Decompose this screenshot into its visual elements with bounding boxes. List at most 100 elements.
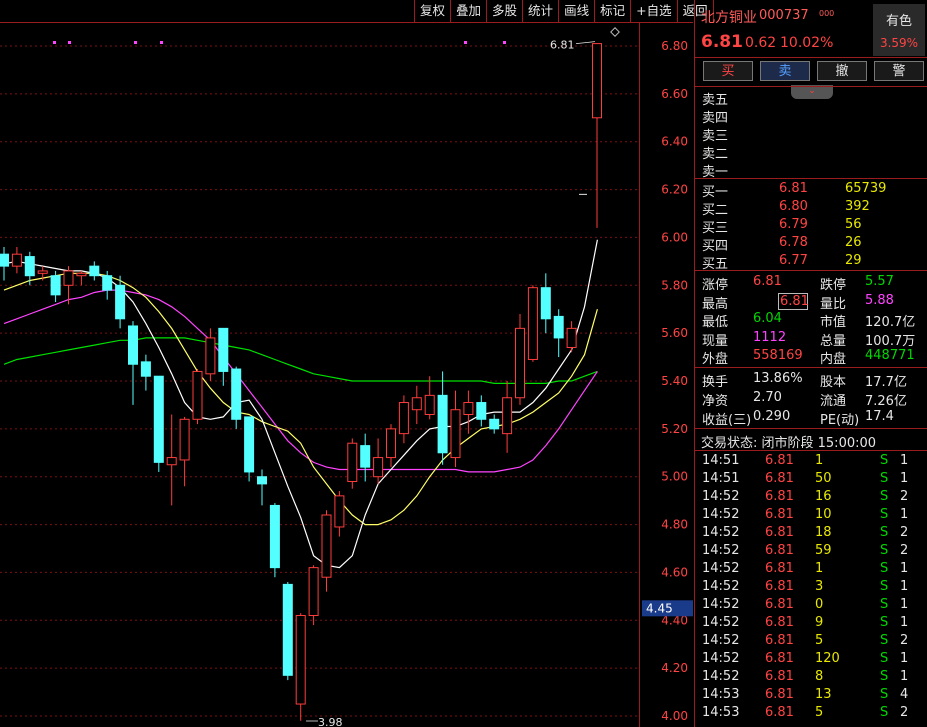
toolbar-button-1[interactable]: 复权 (415, 0, 452, 22)
tick-volume: 13 (815, 687, 832, 702)
y-tick-label: 6.80 (661, 39, 688, 53)
y-tick-label: 6.60 (661, 87, 688, 101)
tick-price: 6.81 (765, 597, 794, 612)
buy-level-price: 6.81 (779, 181, 808, 196)
stat-value: 0.290 (753, 409, 791, 424)
tick-volume: 3 (815, 579, 824, 594)
candle-up (566, 327, 577, 349)
y-tick-label: 5.20 (661, 422, 688, 436)
toolbar-button-4[interactable]: 统计 (523, 0, 560, 22)
tick-volume: 59 (815, 543, 832, 558)
candle-up (386, 428, 396, 459)
tick-volume: 1 (815, 561, 824, 576)
tick-time: 14:52 (702, 561, 740, 576)
stat-label: 市值 (820, 315, 847, 330)
candle-up (295, 615, 306, 705)
candle-up (11, 253, 22, 267)
buy-level-price: 6.80 (779, 199, 808, 214)
stat-value: 6.81 (753, 274, 782, 289)
tick-time: 14:52 (702, 525, 740, 540)
tick-volume: 5 (815, 633, 824, 648)
high-annotation: 6.81 (550, 39, 575, 52)
tick-price: 6.81 (765, 489, 794, 504)
tick-row: 14:52 6.81 16 S 2 (695, 489, 927, 507)
buy-level-volume: 65739 (845, 181, 887, 196)
toolbar-button-6[interactable]: 标记 (595, 0, 632, 22)
tick-time: 14:52 (702, 651, 740, 666)
tick-row: 14:51 6.81 1 S 1 (695, 453, 927, 471)
tick-price: 6.81 (765, 705, 794, 720)
tick-count: 1 (900, 579, 909, 594)
tick-time: 14:52 (702, 633, 740, 648)
candle-down (128, 325, 138, 365)
expand-chevron-icon[interactable]: ⌄ (791, 85, 833, 99)
buy-button[interactable]: 买 (703, 61, 753, 81)
y-tick-label: 5.80 (661, 278, 688, 292)
toolbar-button-7[interactable]: +自选 (631, 0, 678, 22)
tick-direction: S (880, 453, 889, 468)
kline-chart-area[interactable]: 6.80 6.60 6.40 6.20 6.00 5.80 5.60 5.40 5.20 5.00… (0, 0, 693, 727)
signal-marker (160, 41, 163, 44)
y-tick-label: 5.40 (661, 374, 688, 388)
candle-down (257, 476, 267, 485)
toolbar-button-2[interactable]: 叠加 (451, 0, 488, 22)
buy-level-volume: 26 (845, 235, 862, 250)
tick-count: 2 (900, 525, 909, 540)
stat-value: 17.4 (865, 409, 894, 424)
stat-label: 总量 (820, 333, 847, 349)
tick-count: 2 (900, 543, 909, 558)
toolbar-button-5[interactable]: 画线 (559, 0, 596, 22)
stat-label: 收益(三) (702, 413, 752, 428)
tick-price: 6.81 (765, 651, 794, 666)
sell-level-label: 卖二 (702, 147, 729, 162)
sell-button[interactable]: 卖 (760, 61, 810, 81)
tick-price: 6.81 (765, 561, 794, 576)
tick-price: 6.81 (765, 543, 794, 558)
stat-value: 448771 (865, 348, 915, 363)
tick-row: 14:53 6.81 5 S 2 (695, 705, 927, 723)
tick-row: 14:52 6.81 10 S 1 (695, 507, 927, 525)
candle-up (373, 457, 384, 478)
alert-button[interactable]: 警 (874, 61, 924, 81)
trade-status: 交易状态: 闭市阶段 15:00:00 (701, 436, 877, 451)
tick-count: 4 (900, 687, 909, 702)
candle-up (347, 442, 358, 483)
tick-price: 6.81 (765, 669, 794, 684)
candle-down (0, 253, 9, 267)
tick-volume: 16 (815, 489, 832, 504)
stat-value: 1112 (753, 329, 787, 345)
tick-volume: 8 (815, 669, 824, 684)
tick-count: 1 (900, 669, 909, 684)
tick-count: 1 (900, 471, 909, 486)
candle-up (166, 457, 177, 466)
kline-chart[interactable]: 6.80 6.60 6.40 6.20 6.00 5.80 5.60 5.40 5.20 5.00… (0, 0, 693, 727)
toolbar-button-3[interactable]: 多股 (487, 0, 524, 22)
buy-level-price: 6.79 (779, 217, 808, 232)
stat-label: 最高 (702, 296, 729, 312)
stat-label: 现量 (702, 333, 729, 349)
tick-row: 14:52 6.81 5 S 2 (695, 633, 927, 651)
sell-level-label: 卖三 (702, 129, 729, 144)
quote-panel: 北方铜业 000737 000 有色 3.59% 6.81 0.62 10.02… (694, 0, 927, 727)
tick-row: 14:52 6.81 8 S 1 (695, 669, 927, 687)
tick-volume: 10 (815, 507, 832, 522)
tick-row: 14:52 6.81 9 S 1 (695, 615, 927, 633)
buy-level-label: 买三 (702, 221, 729, 236)
candle-down (115, 284, 126, 320)
cancel-button[interactable]: 撤 (817, 61, 867, 81)
candle-up (515, 327, 525, 399)
stat-label: 涨停 (702, 278, 729, 293)
candle-down (89, 265, 100, 277)
stat-value: 120.7亿 (865, 315, 916, 330)
candle-up (398, 402, 409, 435)
tick-price: 6.81 (765, 507, 794, 522)
stat-label: 换手 (702, 375, 729, 390)
candle-down (282, 583, 293, 676)
price-change: 0.62 (745, 35, 777, 51)
stat-label: 外盘 (702, 352, 729, 367)
tick-direction: S (880, 579, 889, 594)
tick-time: 14:53 (702, 705, 740, 720)
tick-count: 2 (900, 705, 909, 720)
y-tick-label: 4.60 (661, 565, 688, 579)
tick-time: 14:52 (702, 597, 740, 612)
